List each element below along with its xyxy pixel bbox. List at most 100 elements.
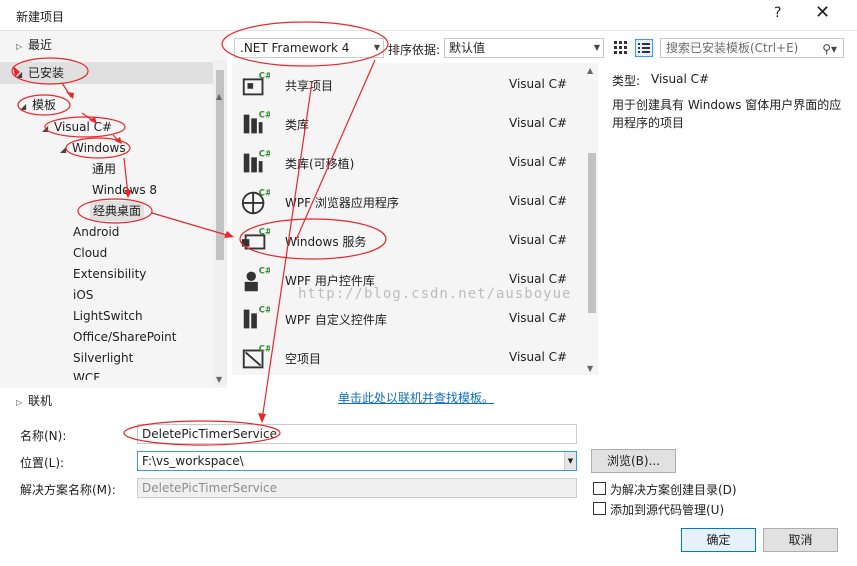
svg-text:C#: C#: [259, 70, 270, 80]
collapse-arrow-icon[interactable]: ◢: [42, 119, 54, 139]
template-language: Visual C#: [509, 272, 568, 286]
template-name: 空项目: [285, 352, 322, 366]
scroll-up-icon[interactable]: ▲: [216, 92, 222, 101]
template-item[interactable]: C# Windows 服务 Visual C#: [232, 221, 586, 260]
portable-library-icon: C#: [243, 148, 270, 173]
solution-name-label: 解决方案名称(M):: [20, 483, 116, 497]
tree-item-windows8[interactable]: Windows 8: [92, 180, 157, 200]
tree-item-wcf[interactable]: WCF: [73, 368, 100, 380]
template-description: 用于创建具有 Windows 窗体用户界面的应用程序的项目: [612, 98, 842, 130]
template-language: Visual C#: [509, 194, 568, 208]
browse-button[interactable]: 浏览(B)...: [591, 449, 676, 473]
cancel-button[interactable]: 取消: [763, 528, 838, 552]
template-name: WPF 浏览器应用程序: [285, 196, 399, 210]
grid-view-button[interactable]: [612, 39, 630, 57]
name-field[interactable]: DeletePicTimerService: [137, 424, 577, 444]
svg-text:C#: C#: [259, 343, 270, 353]
empty-project-icon: C#: [242, 343, 270, 369]
tree-item-silverlight[interactable]: Silverlight: [73, 348, 133, 368]
template-name: 类库(可移植): [285, 157, 355, 171]
expand-arrow-icon[interactable]: ▷: [16, 37, 28, 57]
template-list-scrollbar[interactable]: [586, 63, 598, 375]
template-item[interactable]: C# 类库 Visual C#: [232, 104, 586, 143]
shared-project-icon: C#: [242, 70, 270, 96]
ok-button[interactable]: 确定: [681, 528, 756, 552]
sort-dropdown[interactable]: 默认值 ▼: [444, 38, 604, 58]
search-input[interactable]: 搜索已安装模板(Ctrl+E) ⚲▾: [660, 38, 844, 58]
svg-text:C#: C#: [259, 226, 270, 236]
search-icon[interactable]: ⚲▾: [822, 40, 837, 58]
template-list-scrollbar-thumb[interactable]: [588, 153, 596, 313]
template-name: 类库: [285, 118, 310, 132]
collapse-arrow-icon[interactable]: ◢: [20, 97, 32, 117]
tree-item-general[interactable]: 通用: [92, 159, 116, 179]
tree-scrollbar[interactable]: [213, 60, 227, 385]
template-language: Visual C#: [509, 350, 568, 364]
type-value: Visual C#: [651, 72, 710, 86]
template-item[interactable]: C# 类库(可移植) Visual C#: [232, 143, 586, 182]
template-language: Visual C#: [509, 77, 568, 91]
svg-text:C#: C#: [259, 304, 270, 314]
svg-text:C#: C#: [259, 265, 270, 275]
tree-item-cloud[interactable]: Cloud: [73, 243, 107, 263]
svg-text:C#: C#: [259, 148, 270, 158]
framework-dropdown[interactable]: .NET Framework 4 ▼: [234, 38, 384, 58]
wpf-browser-icon: C#: [241, 187, 270, 215]
tree-item-online[interactable]: ▷ 联机: [16, 391, 52, 411]
chevron-down-icon: ▼: [373, 43, 380, 52]
tree-item-ios[interactable]: iOS: [73, 285, 93, 305]
svg-text:C#: C#: [259, 109, 270, 119]
class-library-icon: C#: [243, 109, 270, 134]
dialog-title: 新建项目: [16, 10, 65, 24]
list-view-icon: [638, 43, 650, 53]
grid-view-icon: [614, 41, 627, 54]
tree-item-classic-desktop[interactable]: 经典桌面: [90, 201, 145, 221]
name-label: 名称(N):: [20, 429, 67, 443]
wpf-user-control-icon: C#: [244, 265, 270, 292]
type-label: 类型:: [612, 74, 641, 88]
tree-item-recent[interactable]: ▷ 最近: [16, 35, 52, 55]
template-item[interactable]: C# 空项目 Visual C#: [232, 338, 586, 377]
scroll-down-icon[interactable]: ▼: [216, 375, 222, 384]
close-button[interactable]: ✕: [815, 2, 830, 23]
windows-service-icon: C#: [241, 226, 270, 250]
template-list: C# 共享项目 Visual C# C# 类库 Visual C# C# 类库(可移植) Vis…: [232, 63, 598, 375]
tree-item-extensibility[interactable]: Extensibility: [73, 264, 146, 284]
tree-item-lightswitch[interactable]: LightSwitch: [73, 306, 143, 326]
tree-item-visual-csharp[interactable]: ◢ Visual C#: [42, 117, 112, 137]
template-name: 共享项目: [285, 79, 334, 93]
location-field[interactable]: F:\vs_workspace\ ▼: [137, 451, 577, 471]
wpf-custom-control-icon: C#: [243, 304, 270, 329]
scroll-up-icon[interactable]: ▲: [587, 66, 593, 75]
list-view-button[interactable]: [635, 39, 653, 57]
title-bar: 新建项目 ? ✕: [0, 0, 857, 31]
collapse-arrow-icon[interactable]: ◢: [60, 140, 72, 160]
svg-text:C#: C#: [259, 187, 270, 197]
create-directory-checkbox[interactable]: [593, 482, 606, 495]
tree-item-android[interactable]: Android: [73, 222, 119, 242]
tree-item-templates[interactable]: ◢ 模板: [20, 95, 56, 115]
template-language: Visual C#: [509, 311, 568, 325]
template-item[interactable]: C# WPF 浏览器应用程序 Visual C#: [232, 182, 586, 221]
online-templates-link[interactable]: 单击此处以联机并查找模板。: [338, 389, 494, 406]
template-item[interactable]: C# 共享项目 Visual C#: [232, 65, 586, 104]
tree-item-installed[interactable]: ◢ 已安装: [16, 63, 64, 83]
template-name: Windows 服务: [285, 235, 367, 249]
template-language: Visual C#: [509, 155, 568, 169]
tree-item-windows[interactable]: ◢ Windows: [60, 138, 126, 158]
chevron-down-icon: ▼: [593, 43, 600, 52]
help-button[interactable]: ?: [774, 5, 781, 21]
template-language: Visual C#: [509, 233, 568, 247]
arrowhead-icon: [258, 413, 266, 423]
template-language: Visual C#: [509, 116, 568, 130]
sort-label: 排序依据:: [388, 43, 441, 57]
source-control-checkbox[interactable]: [593, 502, 606, 515]
expand-arrow-icon[interactable]: ▷: [16, 393, 28, 413]
chevron-down-icon[interactable]: ▼: [564, 452, 576, 470]
template-name: WPF 自定义控件库: [285, 313, 387, 327]
solution-name-field[interactable]: DeletePicTimerService: [137, 478, 577, 498]
template-item[interactable]: C# WPF 自定义控件库 Visual C#: [232, 299, 586, 338]
tree-item-office-sharepoint[interactable]: Office/SharePoint: [73, 327, 177, 347]
scroll-down-icon[interactable]: ▼: [587, 364, 593, 373]
collapse-arrow-icon[interactable]: ◢: [16, 65, 28, 85]
